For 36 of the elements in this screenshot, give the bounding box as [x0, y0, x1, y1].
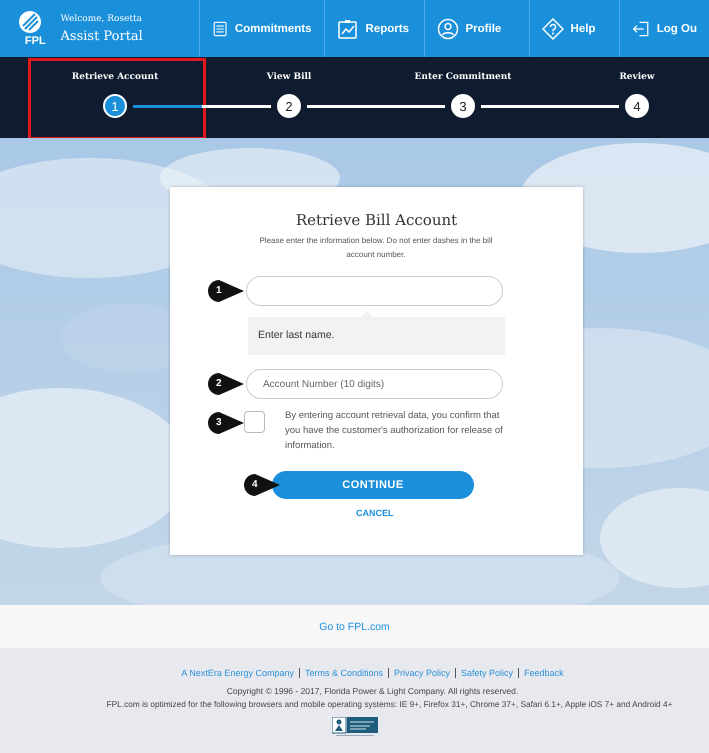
portal-title: Assist Portal: [60, 28, 144, 44]
fpl-link[interactable]: Go to FPL.com: [319, 620, 390, 632]
callout-marker: 3: [208, 412, 244, 434]
chart-icon: [336, 18, 359, 40]
instructions-text: Please enter the information below. Do not enter dashes in the bill account number.: [258, 235, 494, 261]
last-name-field[interactable]: [246, 276, 503, 306]
callout-marker: 1: [208, 280, 244, 302]
browser-support-text: FPL.com is optimized for the following browsers and mobile operating systems: IE 9+, Firefox 31+, Chrome 37+, Safari 6.1+, Apple iOS 7+ and Android 4+: [106, 699, 672, 709]
person-icon: [436, 18, 459, 40]
step-label: Enter Commitment: [414, 72, 512, 84]
step-label: Retrieve Account: [72, 72, 158, 84]
footer-link[interactable]: Feedback: [518, 668, 569, 678]
accreditation-badge-icon[interactable]: [332, 717, 378, 737]
step-number: 3: [451, 94, 475, 118]
field-tooltip: Enter last name.: [248, 311, 505, 355]
step-number: 1: [103, 94, 127, 118]
step-number: 4: [625, 94, 649, 118]
callout-marker: 2: [208, 373, 244, 395]
cancel-link[interactable]: CANCEL: [356, 508, 394, 518]
footer-link[interactable]: Safety Policy: [455, 668, 518, 678]
footer-link[interactable]: Terms & Conditions: [298, 668, 388, 678]
footer-link[interactable]: A NextEra Energy Company: [176, 668, 299, 678]
welcome-text: Welcome, Rosetta: [60, 14, 144, 24]
step-number: 2: [277, 94, 301, 118]
step-label: View Bill: [266, 72, 312, 84]
logo-text: FPL: [24, 35, 46, 47]
form-title: Retrieve Bill Account: [294, 211, 458, 229]
help-icon: [542, 18, 564, 40]
copyright-text: Copyright © 1996 - 2017, Florida Power & Light Company. All rights reserved.: [226, 686, 518, 696]
account-number-field[interactable]: Account Number (10 digits): [246, 369, 503, 399]
footer-link[interactable]: Privacy Policy: [388, 668, 456, 678]
consent-text: By entering account retrieval data, you confirm that you have the customer's authorization for release of information.: [285, 409, 504, 453]
continue-button[interactable]: CONTINUE: [272, 471, 474, 499]
logo-icon: [18, 10, 42, 34]
consent-checkbox[interactable]: [244, 411, 265, 433]
step-label: Review: [619, 72, 655, 84]
